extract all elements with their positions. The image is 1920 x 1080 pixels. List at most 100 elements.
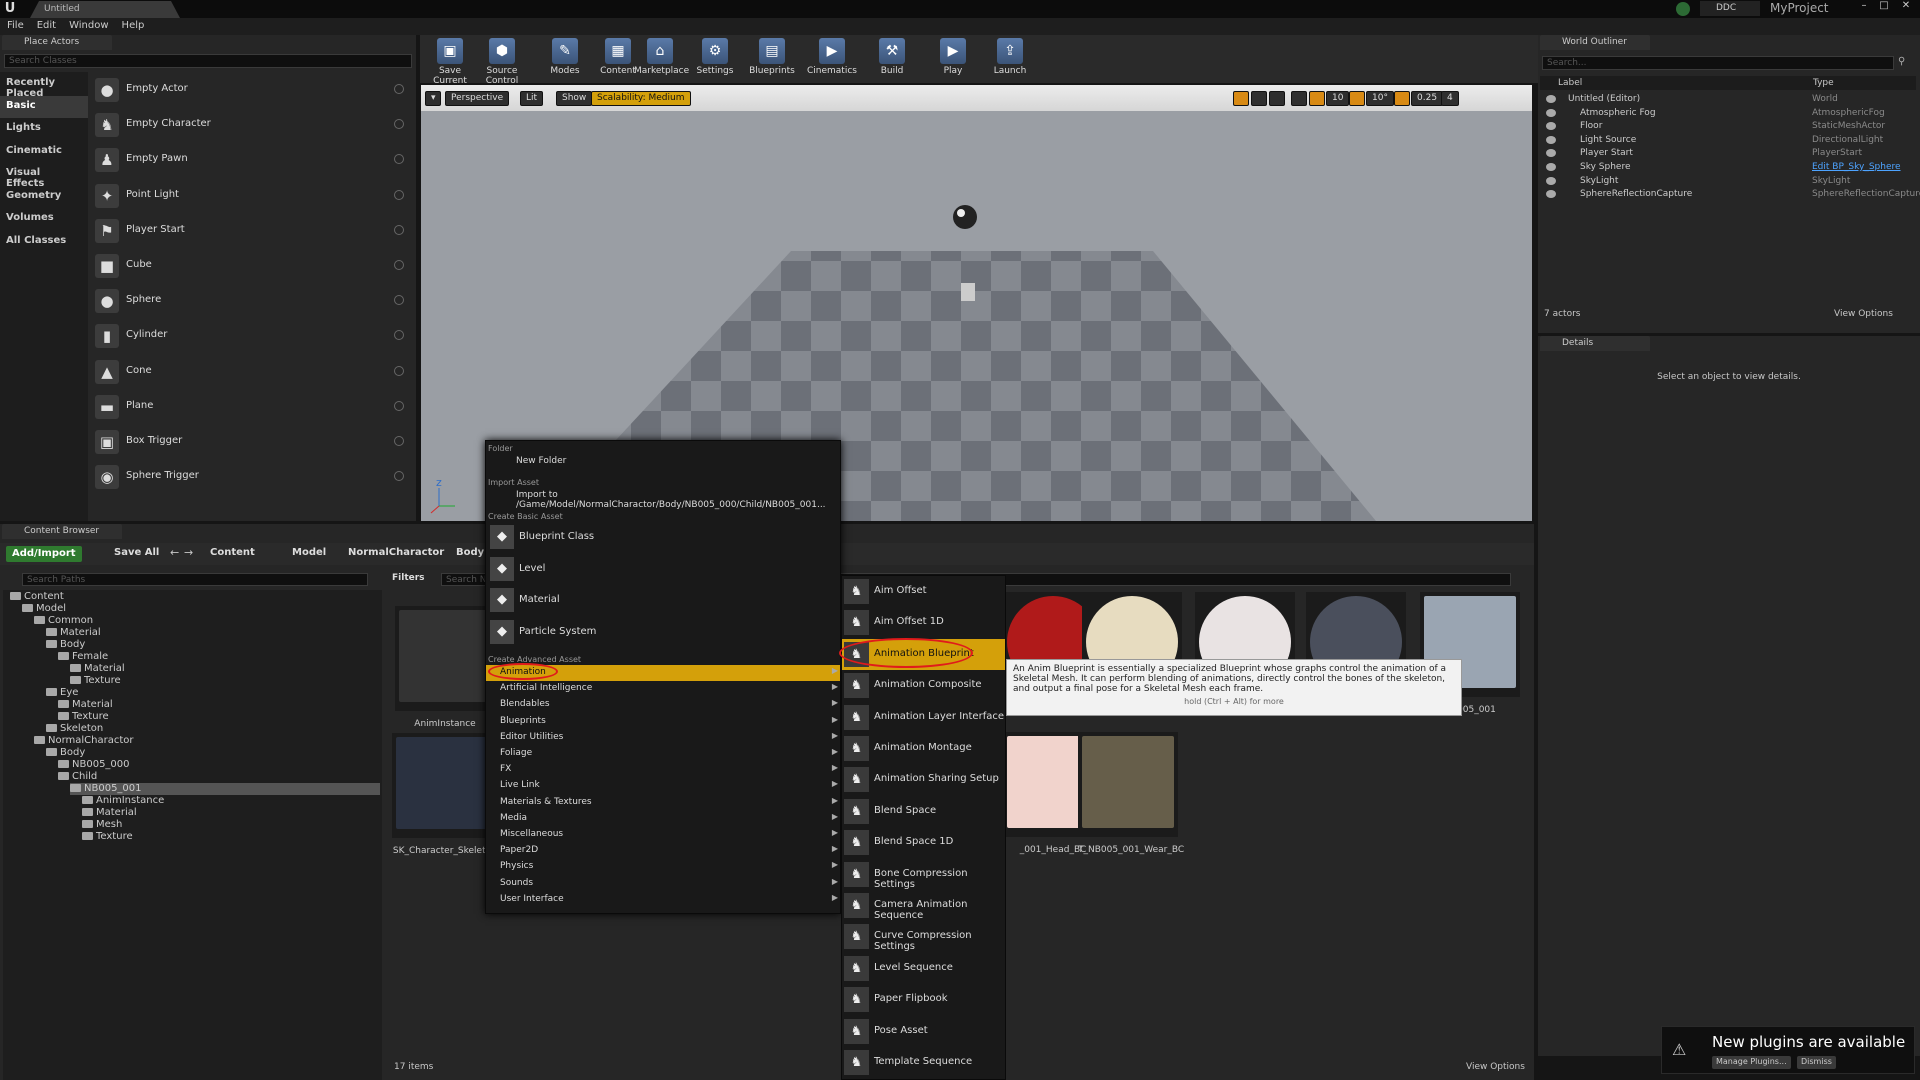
breadcrumb-model[interactable]: Model xyxy=(292,547,326,558)
actor-item[interactable]: ● Empty Actor xyxy=(90,73,410,107)
world-outliner-tab[interactable]: World Outliner xyxy=(1540,35,1650,50)
search-paths-input[interactable]: Search Paths xyxy=(22,573,368,586)
category-all-classes[interactable]: All Classes xyxy=(0,231,88,253)
basic-asset-item[interactable]: ◆ Blueprint Class xyxy=(486,522,840,553)
info-icon[interactable] xyxy=(394,154,404,165)
actor-item[interactable]: ⚑ Player Start xyxy=(90,214,410,248)
visibility-eye-icon[interactable] xyxy=(1546,190,1556,199)
anim-asset-animation-layer-interface[interactable]: ♞ Animation Layer Interface xyxy=(842,702,1005,733)
advanced-category-blueprints[interactable]: Blueprints ▶ xyxy=(486,714,840,730)
rotation-snap-icon[interactable] xyxy=(1349,91,1365,106)
anim-asset-camera-animation-sequence[interactable]: ♞ Camera Animation Sequence xyxy=(842,890,1005,921)
content-view-options[interactable]: View Options xyxy=(1466,1062,1525,1072)
breadcrumb-content[interactable]: Content xyxy=(210,547,255,558)
asset-thumbnail[interactable]: T_NB005_001_Wear_BC xyxy=(1078,732,1184,855)
lit-button[interactable]: Lit xyxy=(520,91,544,106)
asset-thumbnail[interactable]: AnimInstance xyxy=(395,606,495,729)
anim-asset-template-sequence[interactable]: ♞ Template Sequence xyxy=(842,1047,1005,1078)
info-icon[interactable] xyxy=(394,436,404,446)
anim-asset-animation-sharing-setup[interactable]: ♞ Animation Sharing Setup xyxy=(842,764,1005,795)
info-icon[interactable] xyxy=(394,330,404,341)
anim-asset-aim-offset[interactable]: ♞ Aim Offset xyxy=(842,576,1005,607)
advanced-category-physics[interactable]: Physics ▶ xyxy=(486,859,840,875)
advanced-category-editor-utilities[interactable]: Editor Utilities ▶ xyxy=(486,730,840,746)
outliner-row[interactable]: SphereReflectionCapture SphereReflectionC… xyxy=(1542,189,1920,202)
info-icon[interactable] xyxy=(394,471,404,482)
source-control-status-icon[interactable] xyxy=(1676,2,1690,16)
tree-folder[interactable]: Eye xyxy=(46,687,78,699)
toolbar-modes-button[interactable]: ✎ Modes xyxy=(539,35,591,83)
actor-item[interactable]: ♟ Empty Pawn xyxy=(90,143,410,177)
info-icon[interactable] xyxy=(394,365,404,376)
actor-item[interactable]: ♞ Empty Character xyxy=(90,108,410,142)
category-volumes[interactable]: Volumes xyxy=(0,208,88,230)
anim-asset-bone-compression-settings[interactable]: ♞ Bone Compression Settings xyxy=(842,859,1005,890)
outliner-search-input[interactable]: Search... xyxy=(1542,56,1894,70)
world-local-icon[interactable] xyxy=(1291,91,1307,106)
viewport-options-icon[interactable]: ▾ xyxy=(425,91,441,106)
advanced-category-media[interactable]: Media ▶ xyxy=(486,811,840,827)
actor-item[interactable]: ▮ Cylinder xyxy=(90,319,410,353)
tree-folder[interactable]: Texture xyxy=(70,675,121,687)
visibility-eye-icon[interactable] xyxy=(1546,163,1556,171)
category-recently-placed[interactable]: Recently Placed xyxy=(0,73,88,99)
camera-speed-button[interactable]: 4 xyxy=(1441,91,1459,106)
tree-folder[interactable]: Material xyxy=(58,699,113,711)
rotation-snap-value[interactable]: 10° xyxy=(1366,91,1394,106)
category-lights[interactable]: Lights xyxy=(0,118,88,140)
category-basic[interactable]: Basic xyxy=(0,95,88,118)
perspective-button[interactable]: Perspective xyxy=(445,91,510,106)
add-filter-icon[interactable]: ⚲ xyxy=(1898,56,1916,70)
visibility-eye-icon[interactable] xyxy=(1546,149,1556,158)
category-cinematic[interactable]: Cinematic xyxy=(0,141,88,163)
maximize-icon[interactable]: □ xyxy=(1874,0,1894,18)
visibility-eye-icon[interactable] xyxy=(1546,176,1556,185)
scale-snap-icon[interactable] xyxy=(1394,91,1410,106)
toolbar-cinematics-button[interactable]: ▶ Cinematics xyxy=(806,35,858,83)
category-geometry[interactable]: Geometry xyxy=(0,186,88,208)
basic-asset-item[interactable]: ◆ Level xyxy=(486,554,840,585)
actor-item[interactable]: ✦ Point Light xyxy=(90,179,410,213)
visibility-eye-icon[interactable] xyxy=(1546,122,1556,131)
outliner-col-type[interactable]: Type xyxy=(1813,78,1834,88)
tree-folder[interactable]: AnimInstance xyxy=(82,795,164,807)
tree-folder[interactable]: Skeleton xyxy=(46,723,103,735)
advanced-category-blendables[interactable]: Blendables ▶ xyxy=(486,697,840,713)
outliner-row[interactable]: Sky Sphere Edit BP_Sky_Sphere xyxy=(1542,162,1914,175)
menu-edit[interactable]: Edit xyxy=(30,18,62,31)
info-icon[interactable] xyxy=(394,189,404,200)
grid-snap-icon[interactable] xyxy=(1309,91,1325,106)
visibility-eye-icon[interactable] xyxy=(1546,95,1556,103)
anim-asset-level-sequence[interactable]: ♞ Level Sequence xyxy=(842,953,1005,984)
outliner-type[interactable]: Edit BP_Sky_Sphere xyxy=(1812,162,1901,172)
import-to-item[interactable]: Import to /Game/Model/NormalCharactor/Bo… xyxy=(486,488,840,510)
add-import-button[interactable]: Add/Import xyxy=(6,546,82,562)
filters-button[interactable]: Filters xyxy=(392,573,425,583)
rotate-icon[interactable] xyxy=(1251,91,1267,106)
tree-folder[interactable]: Texture xyxy=(58,711,109,723)
tree-folder[interactable]: Texture xyxy=(82,831,133,843)
menu-file[interactable]: File xyxy=(0,18,30,31)
tree-folder[interactable]: Material xyxy=(82,807,137,819)
actor-item[interactable]: ▲ Cone xyxy=(90,355,410,389)
tree-folder[interactable]: Mesh xyxy=(82,819,122,831)
ddc-indicator[interactable]: DDC xyxy=(1700,1,1760,16)
dismiss-button[interactable]: Dismiss xyxy=(1797,1056,1836,1069)
tree-folder[interactable]: Female xyxy=(58,651,108,663)
tree-folder[interactable]: NormalCharactor xyxy=(34,735,134,747)
info-icon[interactable] xyxy=(394,119,404,130)
toolbar-settings-button[interactable]: ⚙ Settings xyxy=(689,35,741,83)
info-icon[interactable] xyxy=(394,400,404,411)
scale-snap-value[interactable]: 0.25 xyxy=(1411,91,1444,106)
outliner-row[interactable]: Atmospheric Fog AtmosphericFog xyxy=(1542,108,1914,121)
outliner-view-options[interactable]: View Options xyxy=(1834,309,1893,319)
details-tab[interactable]: Details xyxy=(1540,336,1650,351)
advanced-category-user-interface[interactable]: User Interface ▶ xyxy=(486,892,840,908)
tree-folder[interactable]: Material xyxy=(70,663,125,675)
visibility-eye-icon[interactable] xyxy=(1546,135,1556,144)
outliner-row[interactable]: Player Start PlayerStart xyxy=(1542,148,1914,161)
tree-folder[interactable]: Child xyxy=(58,771,97,783)
scalability-button[interactable]: Scalability: Medium xyxy=(591,91,691,106)
tree-folder[interactable]: Material xyxy=(46,627,101,639)
toolbar-source-control-button[interactable]: ⬢ Source Control xyxy=(476,35,528,86)
